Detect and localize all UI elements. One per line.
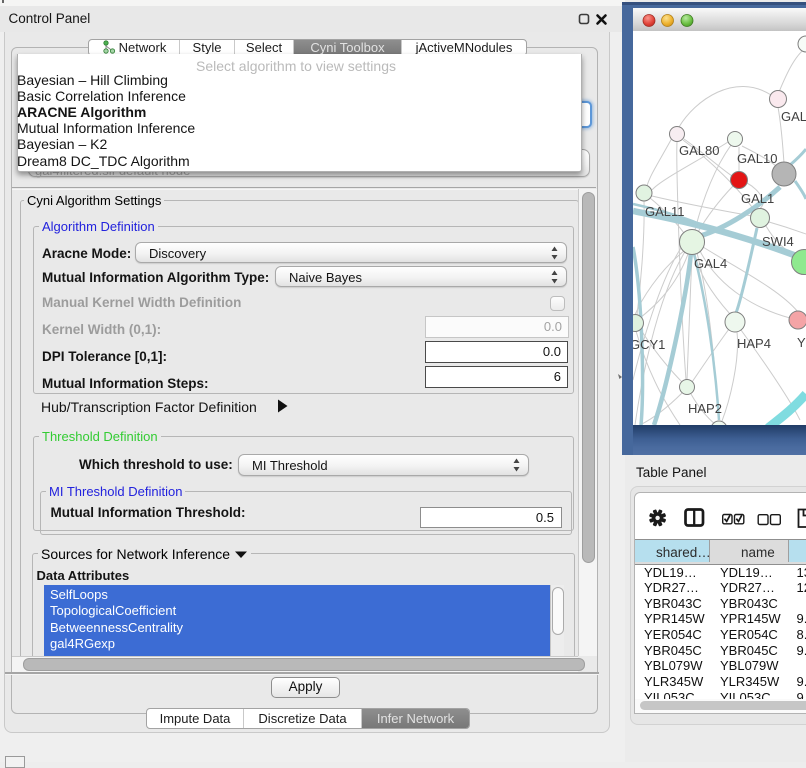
svg-text:GCY1: GCY1 xyxy=(633,337,665,352)
svg-text:GAL80: GAL80 xyxy=(679,143,719,158)
svg-text:HAP2: HAP2 xyxy=(688,401,722,416)
svg-text:SWI4: SWI4 xyxy=(762,234,794,249)
svg-text:GAL4: GAL4 xyxy=(694,256,727,271)
svg-text:Y: Y xyxy=(797,335,806,350)
svg-text:GAL10: GAL10 xyxy=(737,151,777,166)
svg-text:GAL7: GAL7 xyxy=(781,109,806,124)
svg-text:HAP4: HAP4 xyxy=(737,336,771,351)
svg-text:GAL1: GAL1 xyxy=(741,191,774,206)
svg-text:GAL11: GAL11 xyxy=(645,204,685,219)
